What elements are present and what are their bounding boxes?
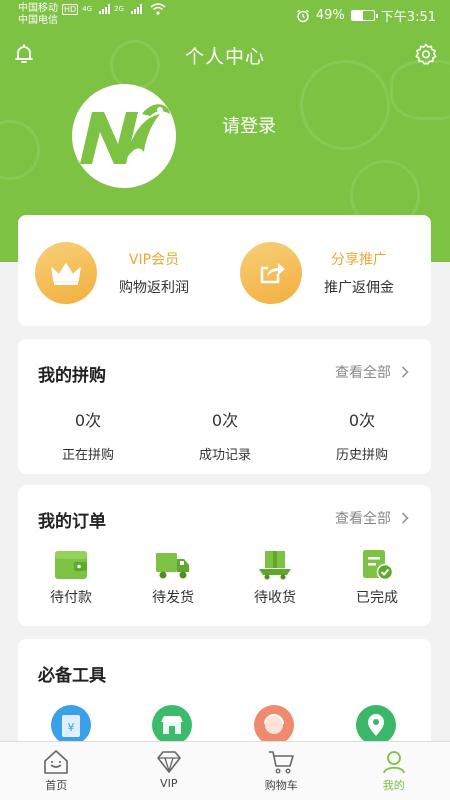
group-buy-title: 我的拼购 xyxy=(38,366,106,386)
share-subtitle: 推广返佣金 xyxy=(324,280,394,296)
status-bar: 中国移动 HD 4G 2G 中国电信 49% 下午3:51 xyxy=(0,0,450,28)
vip-title: VIP会员 xyxy=(128,252,180,268)
membership-card: VIP会员 购物返利润 分享推广 推广返佣金 xyxy=(18,215,431,326)
order-to-ship[interactable]: 待发货 xyxy=(128,549,218,607)
tab-label: 我的 xyxy=(382,779,405,792)
order-to-receive[interactable]: 待收货 xyxy=(230,549,320,607)
wallet-tool-button[interactable]: ¥ xyxy=(51,705,91,745)
group-buy-card: 我的拼购 查看全部 0次 正在拼购 0次 成功记录 0次 历史拼购 xyxy=(18,339,431,474)
carrier-primary: 中国移动 xyxy=(18,3,58,14)
top-bar: 个人中心 xyxy=(0,38,450,70)
tab-profile[interactable]: 我的 xyxy=(338,742,450,800)
tab-home[interactable]: 首页 xyxy=(0,742,113,800)
network-type-secondary: 2G xyxy=(114,5,124,13)
chevron-right-icon xyxy=(401,366,409,378)
home-icon xyxy=(44,750,69,774)
store-tool-button[interactable] xyxy=(152,705,192,745)
share-icon xyxy=(240,242,302,304)
wifi-icon xyxy=(150,3,166,15)
stat-history[interactable]: 0次 历史拼购 xyxy=(302,407,422,463)
order-label: 已完成 xyxy=(356,590,398,606)
completed-doc-icon xyxy=(363,550,394,581)
decorative-fruit-outline xyxy=(0,120,40,180)
share-promote-entry[interactable]: 分享推广 推广返佣金 xyxy=(240,242,394,304)
group-buy-view-all[interactable]: 查看全部 xyxy=(335,362,409,382)
brand-logo-icon xyxy=(80,104,170,164)
carrier-secondary: 中国电信 xyxy=(18,15,58,26)
login-prompt[interactable]: 请登录 xyxy=(222,112,276,138)
tab-label: 首页 xyxy=(45,779,68,792)
tools-title: 必备工具 xyxy=(38,666,106,686)
stat-label: 成功记录 xyxy=(198,448,251,463)
crown-icon xyxy=(35,242,97,304)
alarm-icon xyxy=(296,9,309,22)
yuan-card-icon: ¥ xyxy=(62,715,80,737)
order-label: 待发货 xyxy=(152,590,194,606)
view-all-label: 查看全部 xyxy=(335,365,391,381)
truck-icon xyxy=(156,553,189,579)
vip-member-entry[interactable]: VIP会员 购物返利润 xyxy=(35,242,189,304)
orders-title: 我的订单 xyxy=(38,512,106,532)
order-pending-payment[interactable]: 待付款 xyxy=(26,549,116,607)
signal-icon xyxy=(99,4,111,14)
wallet-icon xyxy=(55,551,87,579)
orders-view-all[interactable]: 查看全部 xyxy=(335,508,409,528)
battery-icon xyxy=(350,10,378,21)
tab-vip[interactable]: VIP xyxy=(113,742,226,800)
stat-value: 0次 xyxy=(348,411,376,430)
location-tool-button[interactable] xyxy=(356,705,396,745)
order-label: 待收货 xyxy=(254,590,296,606)
stat-success[interactable]: 0次 成功记录 xyxy=(165,407,285,463)
stat-in-progress[interactable]: 0次 正在拼购 xyxy=(28,407,148,463)
page-title: 个人中心 xyxy=(184,46,265,68)
diamond-icon xyxy=(156,751,181,774)
package-icon xyxy=(259,551,291,580)
decorative-tomato-outline xyxy=(300,60,390,150)
share-title: 分享推广 xyxy=(331,252,387,268)
location-icon xyxy=(368,714,384,736)
profile-icon xyxy=(382,751,405,774)
hd-badge: HD xyxy=(62,3,79,15)
vip-subtitle: 购物返利润 xyxy=(119,280,189,296)
user-avatar[interactable] xyxy=(72,84,176,188)
customer-service-icon xyxy=(264,714,284,734)
network-type-primary: 4G xyxy=(82,5,93,13)
signal-icon xyxy=(130,4,142,14)
store-icon xyxy=(161,716,183,734)
chevron-right-icon xyxy=(401,512,409,524)
stat-value: 0次 xyxy=(74,411,102,430)
tab-label: 购物车 xyxy=(264,779,298,792)
settings-gear-icon[interactable] xyxy=(414,42,438,66)
order-label: 待付款 xyxy=(50,590,92,606)
battery-percent: 49% xyxy=(315,8,345,23)
order-completed[interactable]: 已完成 xyxy=(332,549,422,607)
tab-label: VIP xyxy=(160,777,178,790)
view-all-label: 查看全部 xyxy=(335,511,391,527)
bottom-tab-bar: 首页 VIP 购物车 我的 xyxy=(0,741,450,800)
customer-service-tool-button[interactable] xyxy=(254,705,294,745)
clock: 下午3:51 xyxy=(380,10,436,25)
cart-icon xyxy=(269,751,295,774)
orders-card: 我的订单 查看全部 待付款 待发货 待收货 已完成 xyxy=(18,485,431,626)
stat-label: 正在拼购 xyxy=(61,448,114,463)
svg-text:¥: ¥ xyxy=(68,721,75,734)
stat-label: 历史拼购 xyxy=(335,448,388,463)
tab-cart[interactable]: 购物车 xyxy=(225,742,338,800)
stat-value: 0次 xyxy=(211,411,239,430)
